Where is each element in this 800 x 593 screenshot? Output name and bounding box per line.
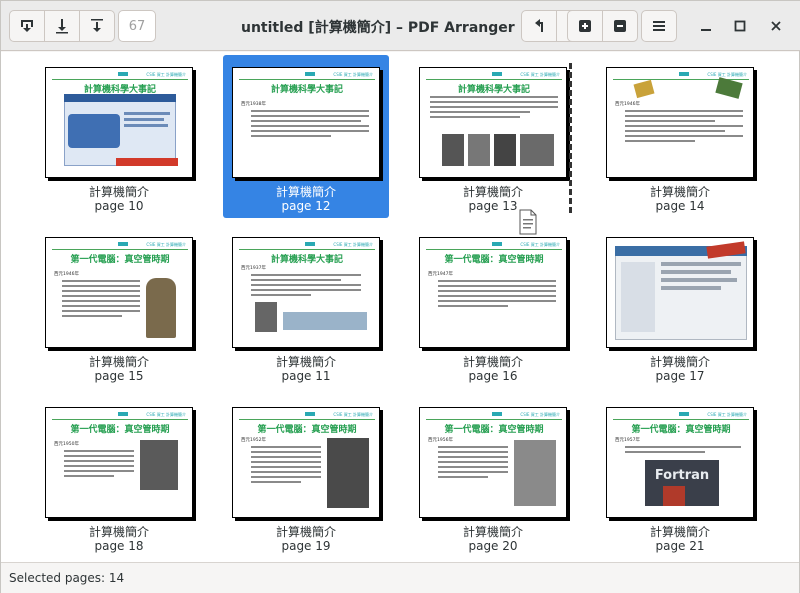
page-preview: CSIE 資工 計算機簡介 第一代電腦：真空管時期 西元1947年 [419,237,567,348]
minimize-icon [701,29,711,31]
page-preview: CSIE 資工 計算機簡介 第一代電腦：真空管時期 西元1950年 [45,407,193,518]
slide-title: 第一代電腦：真空管時期 [444,425,544,435]
page-grid[interactable]: CSIE 資工 計算機簡介 計算機科學大事記 計算機簡介 page 10 CSI… [1,52,799,562]
fortran-image-text: Fortran [654,468,710,483]
zoom-out-icon [614,20,626,32]
slide-title: 第一代電腦：真空管時期 [631,425,731,435]
slide-title: 計算機科學大事記 [270,85,343,95]
maximize-icon [734,20,746,32]
page-document-name: 計算機簡介 [88,355,149,369]
close-button[interactable] [764,14,788,38]
slide-bullet: 西元1946年 [54,272,79,277]
page-document-name: 計算機簡介 [649,525,710,539]
page-number-label: page 16 [468,369,518,383]
page-preview: CSIE 資工 計算機簡介 第一代電腦：真空管時期 西元1952年 [232,407,380,518]
slide-bullet: 西元1957年 [615,438,640,443]
page-thumbnail[interactable]: CSIE 資工 計算機簡介 計算機科學大事記 計算機簡介 page 10 [36,55,202,218]
slide-bullet: 西元1956年 [428,438,453,443]
menu-save-icon [21,20,33,32]
zoom-in-icon [579,20,591,32]
status-bar: Selected pages: 14 [1,562,799,593]
slide-bullet: 西元1947年 [428,272,453,277]
hamburger-menu-icon [653,21,665,31]
page-document-name: 計算機簡介 [462,355,523,369]
window-title: untitled [計算機簡介] – PDF Arranger [241,20,515,36]
page-preview: CSIE 資工 計算機簡介 第一代電腦：真空管時期 西元1956年 [419,407,567,518]
close-icon [771,21,781,31]
slide-bullet: 西元1950年 [54,442,79,447]
page-number-label: page 15 [94,369,144,383]
page-number-label: page 17 [655,369,705,383]
save-menu-button[interactable] [9,10,45,42]
zoom-in-button[interactable] [567,10,603,42]
page-thumbnail[interactable]: CSIE 資工 計算機簡介 計算機科學大事記 西元1937年 計算機簡介 pag… [223,225,389,388]
page-preview: CSIE 資工 計算機簡介 計算機科學大事記 西元1937年 [232,237,380,348]
page-preview: CSIE 資工 計算機簡介 計算機科學大事記 [45,67,193,178]
slide-title: 第一代電腦：真空管時期 [257,425,357,435]
page-document-name: 計算機簡介 [649,355,710,369]
slide-bullet: 西元1937年 [241,266,266,271]
drop-indicator [569,63,572,213]
slide-bullet: 西元1952年 [241,438,266,443]
export-button[interactable] [44,10,80,42]
page-document-name: 計算機簡介 [88,525,149,539]
page-preview: CSIE 資工 計算機簡介 第一代電腦：真空管時期 西元1946年 [45,237,193,348]
page-thumbnail[interactable]: CSIE 資工 計算機簡介 西元1946年 計算機簡介 page 14 [597,55,763,218]
page-number-label: page 18 [94,539,144,553]
page-document-name: 計算機簡介 [88,185,149,199]
page-number-label: page 12 [281,199,331,213]
slide-title: 第一代電腦：真空管時期 [70,425,170,435]
page-thumbnail[interactable]: CSIE 資工 計算機簡介 第一代電腦：真空管時期 西元1950年 計算機簡介 … [36,395,202,558]
slide-title: 第一代電腦：真空管時期 [444,255,544,265]
page-number-label: page 11 [281,369,331,383]
page-thumbnail[interactable]: CSIE 資工 計算機簡介 第一代電腦：真空管時期 西元1947年 計算機簡介 … [410,225,576,388]
page-document-name: 計算機簡介 [275,525,336,539]
page-document-name: 計算機簡介 [275,355,336,369]
page-preview [606,237,754,348]
page-document-name: 計算機簡介 [462,185,523,199]
selected-pages-status: Selected pages: 14 [9,571,125,585]
zoom-level-input[interactable]: 67 [118,10,156,42]
page-preview: CSIE 資工 計算機簡介 第一代電腦：真空管時期 西元1957年 Fortra… [606,407,754,518]
page-thumbnail-selected[interactable]: CSIE 資工 計算機簡介 計算機科學大事記 西元1938年 計算機簡介 pag… [223,55,389,218]
page-number-label: page 10 [94,199,144,213]
slide-title: 第一代電腦：真空管時期 [70,255,170,265]
page-thumbnail[interactable]: CSIE 資工 計算機簡介 計算機科學大事記 計算機簡介 page 13 [410,55,576,218]
page-preview: CSIE 資工 計算機簡介 西元1946年 [606,67,754,178]
rotate-left-icon [535,19,543,32]
import-icon [91,19,103,32]
page-thumbnail[interactable]: CSIE 資工 計算機簡介 第一代電腦：真空管時期 西元1957年 Fortra… [597,395,763,558]
page-preview: CSIE 資工 計算機簡介 計算機科學大事記 [419,67,567,178]
slide-title: 計算機科學大事記 [457,85,530,95]
zoom-out-button[interactable] [602,10,638,42]
page-number-label: page 14 [655,199,705,213]
page-document-name: 計算機簡介 [649,185,710,199]
import-button[interactable] [79,10,115,42]
main-menu-button[interactable] [641,10,677,42]
page-number-label: page 21 [655,539,705,553]
slide-title: 計算機科學大事記 [270,255,343,265]
minimize-button[interactable] [694,14,718,38]
page-number-label: page 20 [468,539,518,553]
download-icon [56,19,68,34]
slide-bullet: 西元1946年 [615,102,640,107]
page-thumbnail[interactable]: CSIE 資工 計算機簡介 第一代電腦：真空管時期 西元1956年 計算機簡介 … [410,395,576,558]
header-bar: 67 untitled [計算機簡介] – PDF Arranger [1,1,800,51]
page-document-name: 計算機簡介 [275,185,336,199]
page-thumbnail[interactable]: CSIE 資工 計算機簡介 第一代電腦：真空管時期 西元1946年 計算機簡介 … [36,225,202,388]
maximize-button[interactable] [728,14,752,38]
page-thumbnail[interactable]: 計算機簡介 page 17 [597,225,763,388]
drag-document-icon [518,209,538,235]
page-number-label: page 19 [281,539,331,553]
app-window: 67 untitled [計算機簡介] – PDF Arranger CSIE … [0,0,800,593]
page-document-name: 計算機簡介 [462,525,523,539]
rotate-left-button[interactable] [521,10,557,42]
page-thumbnail[interactable]: CSIE 資工 計算機簡介 第一代電腦：真空管時期 西元1952年 計算機簡介 … [223,395,389,558]
page-number-label: page 13 [468,199,518,213]
slide-bullet: 西元1938年 [241,102,266,107]
page-preview: CSIE 資工 計算機簡介 計算機科學大事記 西元1938年 [232,67,380,178]
